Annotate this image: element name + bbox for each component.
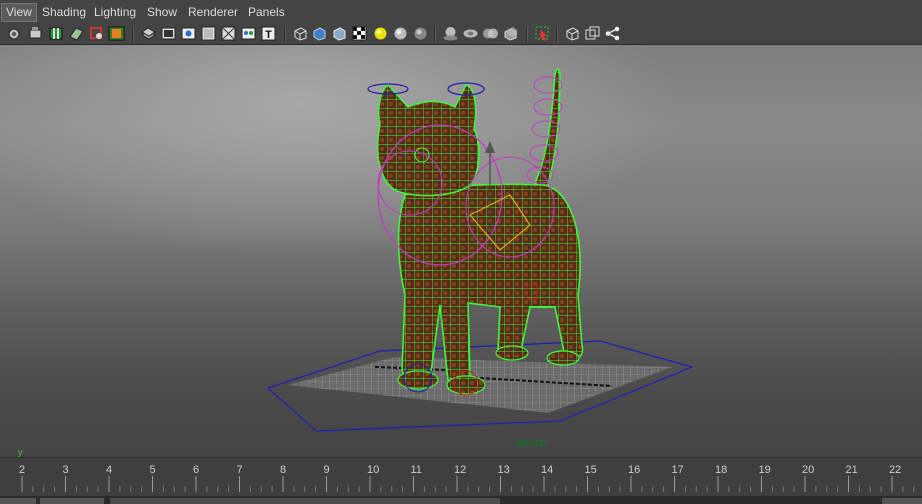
xray-active-icon[interactable] — [584, 25, 601, 42]
use-lights-icon[interactable] — [372, 25, 389, 42]
axis-gizmo: y x z — [18, 447, 23, 457]
time-tick-label: 9 — [323, 464, 330, 476]
textured-icon[interactable] — [351, 25, 368, 42]
resolution-gate-icon[interactable] — [180, 25, 197, 42]
shadows-icon[interactable] — [392, 25, 409, 42]
range-end-field[interactable] — [882, 498, 922, 504]
time-tick-label: 16 — [628, 464, 641, 476]
film-gate-icon[interactable] — [160, 25, 177, 42]
range-start-field[interactable] — [0, 498, 36, 504]
time-tick-label: 11 — [410, 464, 422, 476]
time-tick-label: 19 — [758, 464, 771, 476]
scene-view — [266, 68, 694, 432]
xray-icon[interactable] — [502, 25, 519, 42]
gate-mask-icon[interactable] — [200, 25, 217, 42]
axis-y-label: y — [18, 447, 23, 457]
menu-renderer[interactable]: Renderer — [184, 4, 242, 21]
camera-attributes-icon[interactable] — [28, 25, 45, 42]
time-tick-label: 13 — [497, 464, 510, 476]
cat-wireframe-model[interactable] — [376, 68, 584, 395]
time-tick-label: 18 — [715, 464, 728, 476]
bounding-box-icon[interactable] — [331, 25, 348, 42]
isolate-select-icon[interactable] — [534, 25, 551, 42]
toolbar-separator — [284, 26, 286, 42]
grid-icon[interactable] — [140, 25, 157, 42]
wireframe-icon[interactable] — [292, 25, 309, 42]
menu-shading[interactable]: Shading — [38, 4, 90, 21]
time-tick-label: 3 — [62, 464, 69, 476]
grease-pencil-icon[interactable] — [108, 25, 125, 42]
safe-title-icon[interactable] — [240, 25, 257, 42]
range-slider[interactable] — [110, 498, 500, 504]
image-plane-icon[interactable] — [68, 25, 85, 42]
time-tick-label: 15 — [584, 464, 597, 476]
menu-panels[interactable]: Panels — [244, 4, 289, 21]
time-tick-label: 20 — [802, 464, 815, 476]
svg-text:T: T — [265, 29, 272, 41]
toolbar-separator — [434, 26, 436, 42]
perspective-viewport[interactable]: y x z — [0, 45, 922, 457]
field-chart-icon[interactable] — [220, 25, 237, 42]
depth-of-field-icon[interactable] — [482, 25, 499, 42]
toolbar-separator — [556, 26, 558, 42]
range-current-field[interactable] — [40, 498, 104, 504]
time-tick-label: 7 — [236, 464, 243, 476]
time-tick-label: 22 — [889, 464, 902, 476]
toolbar-separator — [526, 26, 528, 42]
menu-show[interactable]: Show — [143, 4, 181, 21]
viewport-menu-bar: View Shading Lighting Show Renderer Pane… — [0, 0, 922, 25]
bookmarks-icon[interactable] — [48, 25, 65, 42]
camera-name-label: persp — [516, 437, 546, 449]
xray-joints-icon[interactable] — [564, 25, 581, 42]
range-slider-bar[interactable] — [0, 496, 922, 504]
time-tick-label: 14 — [541, 464, 554, 476]
time-tick-label: 4 — [106, 464, 113, 476]
time-tick-label: 10 — [367, 464, 380, 476]
time-tick-label: 2 — [19, 464, 26, 476]
time-tick-label: 8 — [280, 464, 287, 476]
smooth-shade-icon[interactable] — [311, 25, 328, 42]
time-tick-label: 17 — [671, 464, 684, 476]
select-camera-icon[interactable] — [6, 25, 23, 42]
share-icon[interactable] — [604, 25, 621, 42]
2d-pan-zoom-icon[interactable] — [88, 25, 105, 42]
viewport-toolbar: T — [0, 24, 922, 45]
time-tick-label: 12 — [454, 464, 467, 476]
screen-space-ao-icon[interactable] — [412, 25, 429, 42]
menu-lighting[interactable]: Lighting — [90, 4, 140, 21]
anti-aliasing-icon[interactable] — [462, 25, 479, 42]
time-tick-label: 6 — [193, 464, 200, 476]
toolbar-separator — [132, 26, 134, 42]
menu-view[interactable]: View — [1, 3, 37, 22]
time-slider[interactable]: 2 3 4 5 6 7 8 9 10 11 12 13 14 15 16 17 18 19 20 21 22 — [0, 457, 922, 496]
safe-action-icon[interactable]: T — [260, 25, 277, 42]
time-tick-label: 5 — [149, 464, 156, 476]
time-tick-label: 21 — [845, 464, 858, 476]
motion-blur-icon[interactable] — [442, 25, 459, 42]
